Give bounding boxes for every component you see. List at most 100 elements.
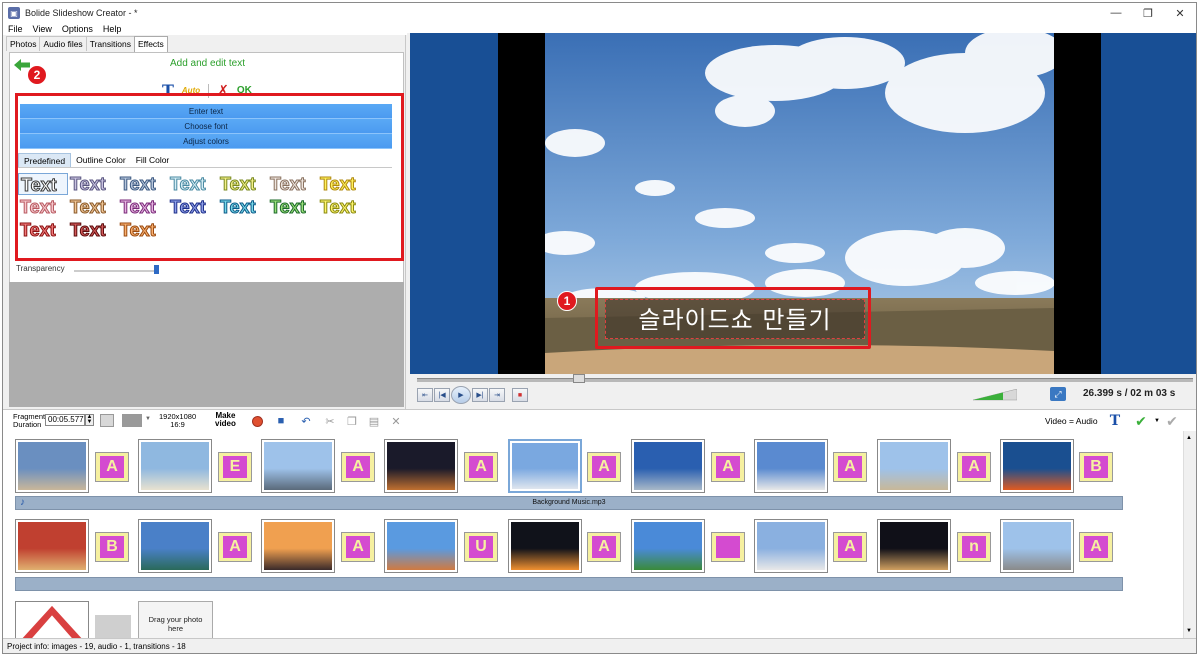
storyboard-photo[interactable] xyxy=(1000,519,1074,573)
transition-icon: A xyxy=(838,456,862,478)
fragment-duration-input[interactable]: 00:05.577 xyxy=(45,414,85,426)
tab-transitions[interactable]: Transitions xyxy=(85,36,135,51)
delete-icon[interactable]: ✕ xyxy=(389,414,403,428)
transition-icon: B xyxy=(100,536,124,558)
make-video-button[interactable]: Make video xyxy=(215,412,236,428)
empty-audio-track[interactable] xyxy=(15,577,1123,591)
transition-effect[interactable]: A xyxy=(218,532,252,562)
storyboard-photo[interactable] xyxy=(877,439,951,493)
video-equals-audio-label[interactable]: Video = Audio xyxy=(1045,416,1098,426)
next-button[interactable]: ▶| xyxy=(472,388,488,402)
tab-photos[interactable]: Photos xyxy=(6,36,41,51)
storyboard-scrollbar[interactable]: ▲ ▼ xyxy=(1183,431,1196,638)
menu-file[interactable]: File xyxy=(3,24,28,34)
transition-effect[interactable]: B xyxy=(1079,452,1113,482)
storyboard-photo[interactable] xyxy=(261,439,335,493)
storyboard-photo[interactable] xyxy=(877,519,951,573)
storyboard-photo-20[interactable] xyxy=(15,601,89,638)
fullscreen-icon[interactable]: ⤢ xyxy=(1050,387,1066,401)
transition-effect[interactable]: A xyxy=(341,532,375,562)
text-toolbar-icon[interactable]: T xyxy=(1108,413,1122,429)
menu-view[interactable]: View xyxy=(28,24,57,34)
seek-bar[interactable] xyxy=(417,378,1193,382)
transition-effect[interactable]: A xyxy=(95,452,129,482)
go-end-button[interactable]: ⇥ xyxy=(489,388,505,402)
close-button[interactable]: ✕ xyxy=(1164,3,1196,23)
volume-slider[interactable] xyxy=(973,389,1017,401)
storyboard-photo[interactable] xyxy=(631,519,705,573)
audio-track[interactable]: ♪ Background Music.mp3 xyxy=(15,496,1123,510)
scroll-down-icon[interactable]: ▼ xyxy=(1186,628,1192,634)
go-start-button[interactable]: ⇤ xyxy=(417,388,433,402)
drag-text-line1: Drag your photo xyxy=(148,615,203,624)
transition-effect[interactable]: B xyxy=(95,532,129,562)
photo-thumbnail xyxy=(18,442,86,490)
tab-audio-files[interactable]: Audio files xyxy=(39,36,87,51)
transition-effect[interactable]: U xyxy=(464,532,498,562)
cut-icon[interactable]: ✂ xyxy=(323,414,337,428)
storyboard-photo[interactable] xyxy=(15,439,89,493)
transparency-slider-thumb[interactable] xyxy=(154,265,159,274)
resolution-display[interactable]: 1920x1080 16:9 xyxy=(159,413,196,429)
transition-effect[interactable]: A xyxy=(587,532,621,562)
storyboard-photo[interactable] xyxy=(631,439,705,493)
swatch-chevron-icon[interactable]: ▼ xyxy=(145,416,151,422)
transition-effect[interactable]: A xyxy=(464,452,498,482)
step-badge-2: 2 xyxy=(27,65,47,85)
minimize-button[interactable]: — xyxy=(1100,3,1132,23)
storyboard-photo[interactable] xyxy=(508,519,582,573)
seek-thumb[interactable] xyxy=(573,374,585,383)
preview-caption[interactable]: 슬라이드쇼 만들기 xyxy=(605,299,865,339)
transition-icon: A xyxy=(838,536,862,558)
transition-effect[interactable]: A xyxy=(711,452,745,482)
stop-button[interactable]: ■ xyxy=(512,388,528,402)
play-button[interactable]: ▶ xyxy=(451,386,471,404)
transparency-slider-track[interactable] xyxy=(74,270,159,272)
transition-effect[interactable]: A xyxy=(341,452,375,482)
prev-button[interactable]: |◀ xyxy=(434,388,450,402)
add-edit-text-heading: Add and edit text xyxy=(169,58,246,69)
check-icon[interactable]: ✔ xyxy=(1134,413,1148,429)
copy-icon[interactable]: ❐ xyxy=(345,414,359,428)
transition-effect[interactable]: A xyxy=(833,532,867,562)
drag-photo-drop-zone[interactable]: Drag your photo here xyxy=(138,601,213,638)
transition-effect[interactable]: A xyxy=(833,452,867,482)
storyboard-photo[interactable] xyxy=(754,519,828,573)
menu-options[interactable]: Options xyxy=(57,24,98,34)
transition-effect[interactable]: A xyxy=(957,452,991,482)
color-swatch-dropdown[interactable] xyxy=(122,414,142,427)
save-icon[interactable]: ■ xyxy=(274,414,288,428)
scroll-up-icon[interactable]: ▲ xyxy=(1186,435,1192,441)
storyboard-photo[interactable] xyxy=(138,519,212,573)
tab-effects[interactable]: Effects xyxy=(133,36,168,52)
record-icon[interactable] xyxy=(250,414,264,428)
storyboard-photo[interactable] xyxy=(754,439,828,493)
undo-icon[interactable]: ↶ xyxy=(299,414,313,428)
transition-effect[interactable]: E xyxy=(218,452,252,482)
background-color-swatch[interactable] xyxy=(100,414,114,427)
transition-icon: A xyxy=(592,536,616,558)
empty-transition-slot[interactable] xyxy=(95,615,131,638)
storyboard-photo[interactable] xyxy=(15,519,89,573)
fragment-duration-label: Fragment Duration xyxy=(13,413,45,429)
storyboard-photo[interactable] xyxy=(1000,439,1074,493)
menu-help[interactable]: Help xyxy=(98,24,127,34)
transition-effect[interactable]: n xyxy=(957,532,991,562)
restore-button[interactable]: ❐ xyxy=(1132,3,1164,23)
storyboard-photo[interactable] xyxy=(261,519,335,573)
storyboard-photo[interactable] xyxy=(384,439,458,493)
transition-effect[interactable]: A xyxy=(587,452,621,482)
transition-effect[interactable] xyxy=(711,532,745,562)
photo-thumbnail xyxy=(634,522,702,570)
transition-effect[interactable]: A xyxy=(1079,532,1113,562)
photo-thumbnail xyxy=(1003,522,1071,570)
storyboard-photo[interactable] xyxy=(508,439,582,493)
paste-icon[interactable]: ▤ xyxy=(367,414,381,428)
check-chevron-icon[interactable]: ▼ xyxy=(1154,418,1160,424)
fragment-duration-spinner[interactable]: ▲ ▼ xyxy=(85,414,94,426)
triangle-logo-thumb xyxy=(22,605,82,638)
audio-track-label: Background Music.mp3 xyxy=(532,499,606,506)
transition-icon: A xyxy=(346,456,370,478)
storyboard-photo[interactable] xyxy=(138,439,212,493)
storyboard-photo[interactable] xyxy=(384,519,458,573)
